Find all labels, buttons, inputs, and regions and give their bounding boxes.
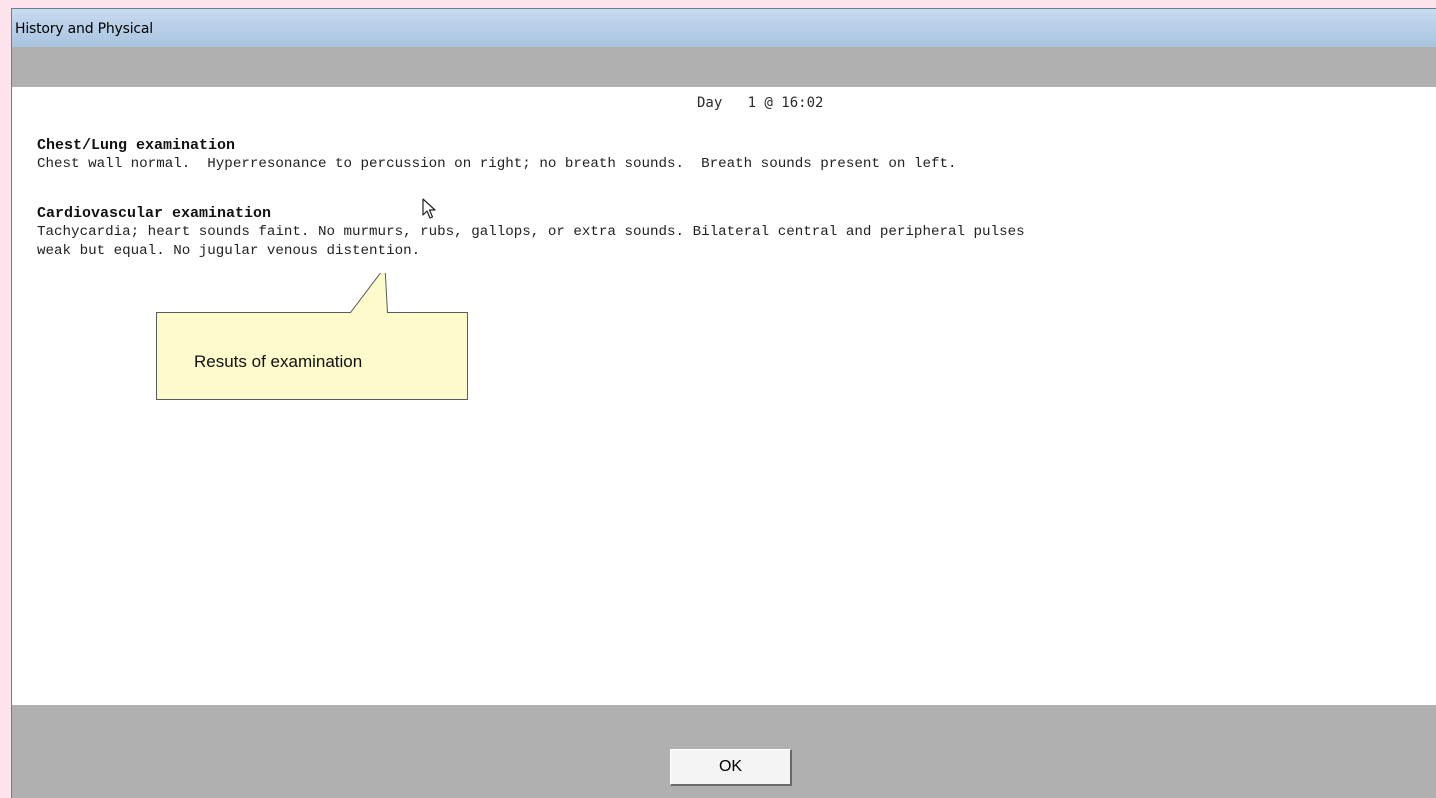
- annotation-callout: [156, 273, 468, 400]
- title-bar[interactable]: History and Physical: [12, 9, 1436, 47]
- callout-label: Resuts of examination: [194, 352, 363, 371]
- chest-lung-heading: Chest/Lung examination: [37, 137, 236, 154]
- window-title: History and Physical: [15, 21, 153, 37]
- report-content: Day 1 @ 16:02 Chest/Lung examination Che…: [12, 87, 1436, 705]
- toolbar-strip: [12, 47, 1436, 87]
- cardiovascular-text-line-2: weak but equal. No jugular venous disten…: [37, 243, 421, 259]
- cardiovascular-text-line-1: Tachycardia; heart sounds faint. No murm…: [37, 224, 1025, 240]
- chest-lung-text: Chest wall normal. Hyperresonance to per…: [37, 156, 957, 172]
- mouse-pointer-icon: [422, 198, 436, 219]
- footer-bar: OK: [12, 705, 1436, 798]
- history-physical-window: History and Physical Day 1 @ 16:02 Chest…: [11, 8, 1436, 798]
- report-timestamp: Day 1 @ 16:02: [697, 95, 824, 111]
- cardiovascular-heading: Cardiovascular examination: [37, 205, 272, 222]
- ok-button[interactable]: OK: [670, 749, 792, 786]
